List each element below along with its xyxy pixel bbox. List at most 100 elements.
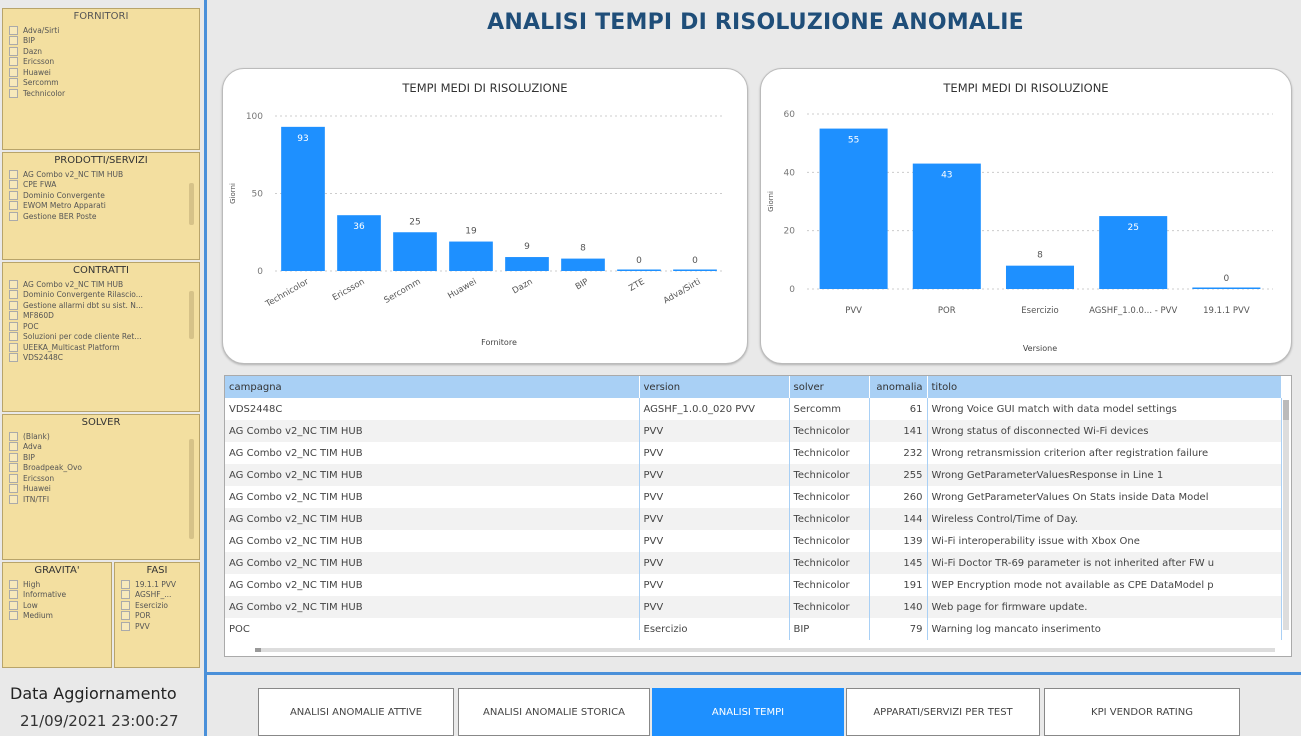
checkbox[interactable] [9, 190, 18, 200]
filter-prodotti-scrollbar[interactable] [189, 183, 194, 225]
filter-contratti-item[interactable]: UEEKA_Multicast Platform [3, 342, 199, 353]
checkbox[interactable] [9, 311, 18, 321]
filter-solver-item[interactable]: Broadpeak_Ovo [3, 463, 199, 474]
filter-prodotti-item[interactable]: Gestione BER Poste [3, 211, 199, 222]
table-row[interactable]: AG Combo v2_NC TIM HUB PVV Technicolor 191 W… [225, 574, 1282, 596]
filter-fornitori-item[interactable]: Ericsson [3, 57, 199, 68]
checkbox[interactable] [9, 332, 18, 342]
filter-contratti-item[interactable]: Soluzioni per code cliente Ret... [3, 332, 199, 343]
checkbox[interactable] [9, 463, 18, 473]
checkbox[interactable] [121, 621, 130, 631]
table-row[interactable]: VDS2448C AGSHF_1.0.0_020 PVV Sercomm 61 Wron… [225, 398, 1282, 420]
column-header-titolo[interactable]: titolo [927, 376, 1282, 398]
filter-contratti-item[interactable]: VDS2448C [3, 353, 199, 364]
filter-prodotti-item[interactable]: Dominio Convergente [3, 190, 199, 201]
tab-analisi-anomalie-storica[interactable]: ANALISI ANOMALIE STORICA [458, 688, 650, 736]
checkbox[interactable] [9, 494, 18, 504]
filter-solver-item[interactable]: Huawei [3, 484, 199, 495]
table-row[interactable]: AG Combo v2_NC TIM HUB PVV Technicolor 260 W… [225, 486, 1282, 508]
filter-fornitori-item[interactable]: BIP [3, 36, 199, 47]
filter-fornitori-item[interactable]: Huawei [3, 67, 199, 78]
checkbox[interactable] [9, 25, 18, 35]
checkbox[interactable] [121, 579, 130, 589]
checkbox[interactable] [9, 473, 18, 483]
filter-fasi-item[interactable]: AGSHF_... [115, 590, 199, 601]
checkbox[interactable] [9, 57, 18, 67]
table-row[interactable]: AG Combo v2_NC TIM HUB PVV Technicolor 232 W… [225, 442, 1282, 464]
tab-analisi-anomalie-attive[interactable]: ANALISI ANOMALIE ATTIVE [258, 688, 454, 736]
table-horizontal-scrollbar[interactable] [255, 648, 1275, 652]
filter-fasi-item[interactable]: 19.1.1 PVV [115, 579, 199, 590]
filter-contratti-item[interactable]: Dominio Convergente Rilascio... [3, 290, 199, 301]
table-vertical-scrollbar[interactable] [1283, 400, 1289, 630]
checkbox[interactable] [9, 442, 18, 452]
checkbox[interactable] [9, 452, 18, 462]
filter-prodotti-item[interactable]: AG Combo v2_NC TIM HUB [3, 169, 199, 180]
checkbox[interactable] [9, 46, 18, 56]
filter-solver-item[interactable]: BIP [3, 452, 199, 463]
checkbox[interactable] [9, 342, 18, 352]
checkbox[interactable] [9, 211, 18, 221]
checkbox[interactable] [9, 300, 18, 310]
filter-gravita-item[interactable]: Low [3, 600, 111, 611]
filter-solver-item[interactable]: (Blank) [3, 431, 199, 442]
table-row[interactable]: AG Combo v2_NC TIM HUB PVV Technicolor 141 W… [225, 420, 1282, 442]
checkbox[interactable] [121, 611, 130, 621]
filter-gravita-item[interactable]: Medium [3, 611, 111, 622]
table-row[interactable]: AG Combo v2_NC TIM HUB PVV Technicolor 255 W… [225, 464, 1282, 486]
table-row[interactable]: AG Combo v2_NC TIM HUB PVV Technicolor 144 W… [225, 508, 1282, 530]
filter-fasi-item[interactable]: PVV [115, 621, 199, 632]
filter-gravita-item[interactable]: High [3, 579, 111, 590]
checkbox[interactable] [9, 484, 18, 494]
filter-contratti-scrollbar[interactable] [189, 291, 194, 339]
filter-solver-scrollbar[interactable] [189, 439, 194, 539]
x-tick-label: Sercomm [383, 277, 423, 306]
checkbox[interactable] [9, 88, 18, 98]
checkbox[interactable] [9, 590, 18, 600]
checkbox[interactable] [121, 590, 130, 600]
filter-prodotti-item[interactable]: CPE FWA [3, 180, 199, 191]
tab-kpi-vendor-rating[interactable]: KPI VENDOR RATING [1044, 688, 1240, 736]
filter-solver-item[interactable]: ITN/TFI [3, 494, 199, 505]
column-header-campagna[interactable]: campagna [225, 376, 640, 398]
checkbox[interactable] [9, 180, 18, 190]
filter-fasi-item[interactable]: POR [115, 611, 199, 622]
table-row[interactable]: POC Esercizio BIP 79 Warning log mancato ins… [225, 618, 1282, 640]
filter-contratti-item[interactable]: Gestione allarmi dbt su sist. N... [3, 300, 199, 311]
filter-fornitori-item[interactable]: Sercomm [3, 78, 199, 89]
checkbox[interactable] [9, 279, 18, 289]
checkbox[interactable] [9, 321, 18, 331]
filter-contratti-item[interactable]: AG Combo v2_NC TIM HUB [3, 279, 199, 290]
checkbox[interactable] [9, 290, 18, 300]
filter-solver-item[interactable]: Adva [3, 442, 199, 453]
checkbox[interactable] [9, 431, 18, 441]
table-row[interactable]: AG Combo v2_NC TIM HUB PVV Technicolor 139 W… [225, 530, 1282, 552]
checkbox[interactable] [9, 600, 18, 610]
checkbox[interactable] [9, 201, 18, 211]
column-header-version[interactable]: version [639, 376, 790, 398]
checkbox[interactable] [9, 579, 18, 589]
checkbox[interactable] [9, 611, 18, 621]
tab-analisi-tempi[interactable]: ANALISI TEMPI [652, 688, 844, 736]
table-row[interactable]: AG Combo v2_NC TIM HUB PVV Technicolor 140 W… [225, 596, 1282, 618]
filter-fornitori-item[interactable]: Technicolor [3, 88, 199, 99]
filter-contratti-item[interactable]: POC [3, 321, 199, 332]
filter-solver-item[interactable]: Ericsson [3, 473, 199, 484]
checkbox[interactable] [9, 78, 18, 88]
tab-apparati-servizi-per-test[interactable]: APPARATI/SERVIZI PER TEST [846, 688, 1040, 736]
column-header-anomalia[interactable]: anomalia [869, 376, 928, 398]
checkbox[interactable] [9, 36, 18, 46]
filter-fasi-item[interactable]: Esercizio [115, 600, 199, 611]
checkbox[interactable] [9, 353, 18, 363]
table-row[interactable]: AG Combo v2_NC TIM HUB PVV Technicolor 145 W… [225, 552, 1282, 574]
filters-sidebar: FORNITORI Adva/Sirti BIP Dazn Ericsson Huawe… [0, 0, 204, 672]
filter-fornitori-item[interactable]: Adva/Sirti [3, 25, 199, 36]
filter-gravita-item[interactable]: Informative [3, 590, 111, 601]
checkbox[interactable] [9, 169, 18, 179]
column-header-solver[interactable]: solver [789, 376, 870, 398]
checkbox[interactable] [121, 600, 130, 610]
filter-contratti-item[interactable]: MF860D [3, 311, 199, 322]
filter-fornitori-item[interactable]: Dazn [3, 46, 199, 57]
checkbox[interactable] [9, 67, 18, 77]
filter-prodotti-item[interactable]: EWOM Metro Apparati [3, 201, 199, 212]
